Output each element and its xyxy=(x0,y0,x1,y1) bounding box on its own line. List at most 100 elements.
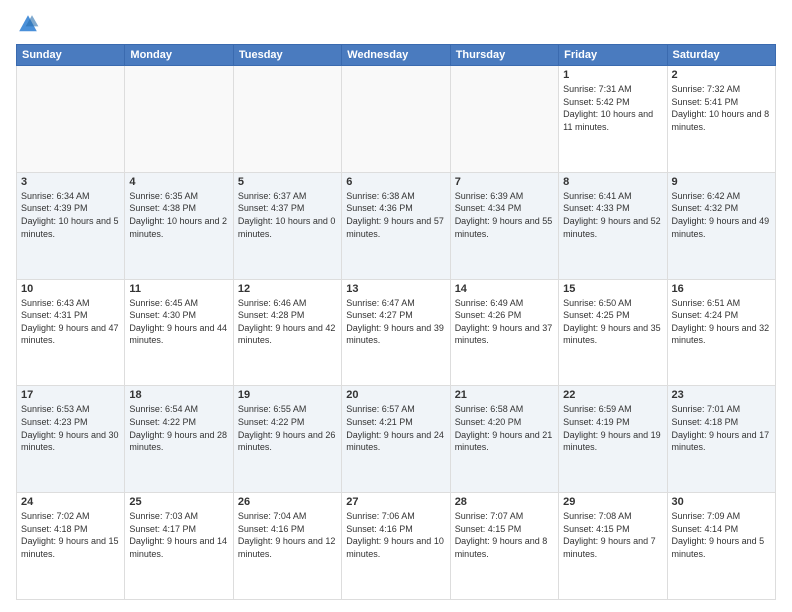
calendar-cell: 19 Sunrise: 6:55 AM Sunset: 4:22 PM Dayli… xyxy=(233,386,341,493)
calendar-cell: 5 Sunrise: 6:37 AM Sunset: 4:37 PM Daylig… xyxy=(233,172,341,279)
calendar-cell: 13 Sunrise: 6:47 AM Sunset: 4:27 PM Dayli… xyxy=(342,279,450,386)
day-number: 29 xyxy=(563,496,662,508)
day-info: Sunrise: 6:55 AM Sunset: 4:22 PM Dayligh… xyxy=(238,403,337,453)
day-number: 2 xyxy=(672,69,771,81)
calendar-week-1: 1 Sunrise: 7:31 AM Sunset: 5:42 PM Daylig… xyxy=(17,66,776,173)
day-info: Sunrise: 6:35 AM Sunset: 4:38 PM Dayligh… xyxy=(129,190,228,240)
calendar-cell xyxy=(342,66,450,173)
day-number: 6 xyxy=(346,176,445,188)
calendar-cell: 23 Sunrise: 7:01 AM Sunset: 4:18 PM Dayli… xyxy=(667,386,775,493)
calendar-cell: 25Sunrise: 7:03 AM Sunset: 4:17 PM Dayli… xyxy=(125,493,233,600)
calendar-cell: 12 Sunrise: 6:46 AM Sunset: 4:28 PM Dayli… xyxy=(233,279,341,386)
day-number: 27 xyxy=(346,496,445,508)
day-number: 12 xyxy=(238,283,337,295)
calendar-cell: 1 Sunrise: 7:31 AM Sunset: 5:42 PM Daylig… xyxy=(559,66,667,173)
calendar-cell: 2 Sunrise: 7:32 AM Sunset: 5:41 PM Daylig… xyxy=(667,66,775,173)
day-number: 28 xyxy=(455,496,554,508)
calendar-table: SundayMondayTuesdayWednesdayThursdayFrid… xyxy=(16,44,776,600)
calendar-cell: 27 Sunrise: 7:06 AM Sunset: 4:16 PM Dayli… xyxy=(342,493,450,600)
calendar-header-wednesday: Wednesday xyxy=(342,45,450,66)
calendar-cell: 9Sunrise: 6:42 AM Sunset: 4:32 PM Daylig… xyxy=(667,172,775,279)
calendar-cell: 18 Sunrise: 6:54 AM Sunset: 4:22 PM Dayli… xyxy=(125,386,233,493)
day-info: Sunrise: 6:51 AM Sunset: 4:24 PM Dayligh… xyxy=(672,297,771,347)
calendar-cell: 21 Sunrise: 6:58 AM Sunset: 4:20 PM Dayli… xyxy=(450,386,558,493)
day-info: Sunrise: 6:59 AM Sunset: 4:19 PM Dayligh… xyxy=(563,403,662,453)
day-info: Sunrise: 6:46 AM Sunset: 4:28 PM Dayligh… xyxy=(238,297,337,347)
calendar-cell: 16 Sunrise: 6:51 AM Sunset: 4:24 PM Dayli… xyxy=(667,279,775,386)
day-info: Sunrise: 6:57 AM Sunset: 4:21 PM Dayligh… xyxy=(346,403,445,453)
calendar-cell: 24 Sunrise: 7:02 AM Sunset: 4:18 PM Dayli… xyxy=(17,493,125,600)
day-number: 17 xyxy=(21,389,120,401)
day-number: 21 xyxy=(455,389,554,401)
calendar-cell: 7Sunrise: 6:39 AM Sunset: 4:34 PM Daylig… xyxy=(450,172,558,279)
day-number: 4 xyxy=(129,176,228,188)
day-number: 23 xyxy=(672,389,771,401)
day-number: 20 xyxy=(346,389,445,401)
day-number: 24 xyxy=(21,496,120,508)
day-number: 26 xyxy=(238,496,337,508)
day-info: Sunrise: 6:58 AM Sunset: 4:20 PM Dayligh… xyxy=(455,403,554,453)
calendar-cell xyxy=(450,66,558,173)
calendar-cell: 20 Sunrise: 6:57 AM Sunset: 4:21 PM Dayli… xyxy=(342,386,450,493)
calendar-cell: 26Sunrise: 7:04 AM Sunset: 4:16 PM Dayli… xyxy=(233,493,341,600)
day-info: Sunrise: 6:34 AM Sunset: 4:39 PM Dayligh… xyxy=(21,190,120,240)
calendar-cell: 6 Sunrise: 6:38 AM Sunset: 4:36 PM Daylig… xyxy=(342,172,450,279)
calendar-week-3: 10 Sunrise: 6:43 AM Sunset: 4:31 PM Dayli… xyxy=(17,279,776,386)
calendar-cell: 30 Sunrise: 7:09 AM Sunset: 4:14 PM Dayli… xyxy=(667,493,775,600)
page: SundayMondayTuesdayWednesdayThursdayFrid… xyxy=(0,0,792,612)
day-info: Sunrise: 7:02 AM Sunset: 4:18 PM Dayligh… xyxy=(21,510,120,560)
day-info: Sunrise: 6:37 AM Sunset: 4:37 PM Dayligh… xyxy=(238,190,337,240)
day-number: 7 xyxy=(455,176,554,188)
day-info: Sunrise: 6:53 AM Sunset: 4:23 PM Dayligh… xyxy=(21,403,120,453)
day-info: Sunrise: 6:50 AM Sunset: 4:25 PM Dayligh… xyxy=(563,297,662,347)
day-info: Sunrise: 7:01 AM Sunset: 4:18 PM Dayligh… xyxy=(672,403,771,453)
day-info: Sunrise: 6:38 AM Sunset: 4:36 PM Dayligh… xyxy=(346,190,445,240)
day-number: 15 xyxy=(563,283,662,295)
calendar-cell: 22Sunrise: 6:59 AM Sunset: 4:19 PM Dayli… xyxy=(559,386,667,493)
day-number: 10 xyxy=(21,283,120,295)
day-info: Sunrise: 7:31 AM Sunset: 5:42 PM Dayligh… xyxy=(563,83,662,133)
day-info: Sunrise: 7:32 AM Sunset: 5:41 PM Dayligh… xyxy=(672,83,771,133)
day-number: 19 xyxy=(238,389,337,401)
calendar-week-2: 3 Sunrise: 6:34 AM Sunset: 4:39 PM Daylig… xyxy=(17,172,776,279)
day-info: Sunrise: 6:54 AM Sunset: 4:22 PM Dayligh… xyxy=(129,403,228,453)
calendar-cell: 11 Sunrise: 6:45 AM Sunset: 4:30 PM Dayli… xyxy=(125,279,233,386)
day-info: Sunrise: 6:47 AM Sunset: 4:27 PM Dayligh… xyxy=(346,297,445,347)
calendar-header-thursday: Thursday xyxy=(450,45,558,66)
calendar-cell xyxy=(17,66,125,173)
day-info: Sunrise: 6:45 AM Sunset: 4:30 PM Dayligh… xyxy=(129,297,228,347)
day-info: Sunrise: 7:09 AM Sunset: 4:14 PM Dayligh… xyxy=(672,510,771,560)
day-number: 8 xyxy=(563,176,662,188)
calendar-cell: 8Sunrise: 6:41 AM Sunset: 4:33 PM Daylig… xyxy=(559,172,667,279)
calendar-header-row: SundayMondayTuesdayWednesdayThursdayFrid… xyxy=(17,45,776,66)
calendar-cell: 10 Sunrise: 6:43 AM Sunset: 4:31 PM Dayli… xyxy=(17,279,125,386)
day-number: 1 xyxy=(563,69,662,81)
day-info: Sunrise: 6:43 AM Sunset: 4:31 PM Dayligh… xyxy=(21,297,120,347)
day-info: Sunrise: 7:08 AM Sunset: 4:15 PM Dayligh… xyxy=(563,510,662,560)
logo xyxy=(16,12,44,36)
calendar-header-monday: Monday xyxy=(125,45,233,66)
day-number: 14 xyxy=(455,283,554,295)
day-number: 13 xyxy=(346,283,445,295)
day-number: 5 xyxy=(238,176,337,188)
day-number: 30 xyxy=(672,496,771,508)
calendar-cell xyxy=(233,66,341,173)
calendar-cell: 14 Sunrise: 6:49 AM Sunset: 4:26 PM Dayli… xyxy=(450,279,558,386)
calendar-cell: 4 Sunrise: 6:35 AM Sunset: 4:38 PM Daylig… xyxy=(125,172,233,279)
day-number: 16 xyxy=(672,283,771,295)
calendar-week-4: 17 Sunrise: 6:53 AM Sunset: 4:23 PM Dayli… xyxy=(17,386,776,493)
day-info: Sunrise: 7:07 AM Sunset: 4:15 PM Dayligh… xyxy=(455,510,554,560)
day-number: 11 xyxy=(129,283,228,295)
calendar-header-tuesday: Tuesday xyxy=(233,45,341,66)
calendar-cell xyxy=(125,66,233,173)
header xyxy=(16,12,776,36)
calendar-cell: 3 Sunrise: 6:34 AM Sunset: 4:39 PM Daylig… xyxy=(17,172,125,279)
day-number: 3 xyxy=(21,176,120,188)
calendar-cell: 28 Sunrise: 7:07 AM Sunset: 4:15 PM Dayli… xyxy=(450,493,558,600)
calendar-cell: 29 Sunrise: 7:08 AM Sunset: 4:15 PM Dayli… xyxy=(559,493,667,600)
day-number: 18 xyxy=(129,389,228,401)
day-info: Sunrise: 7:03 AM Sunset: 4:17 PM Dayligh… xyxy=(129,510,228,560)
day-info: Sunrise: 7:06 AM Sunset: 4:16 PM Dayligh… xyxy=(346,510,445,560)
calendar-header-sunday: Sunday xyxy=(17,45,125,66)
day-info: Sunrise: 6:49 AM Sunset: 4:26 PM Dayligh… xyxy=(455,297,554,347)
